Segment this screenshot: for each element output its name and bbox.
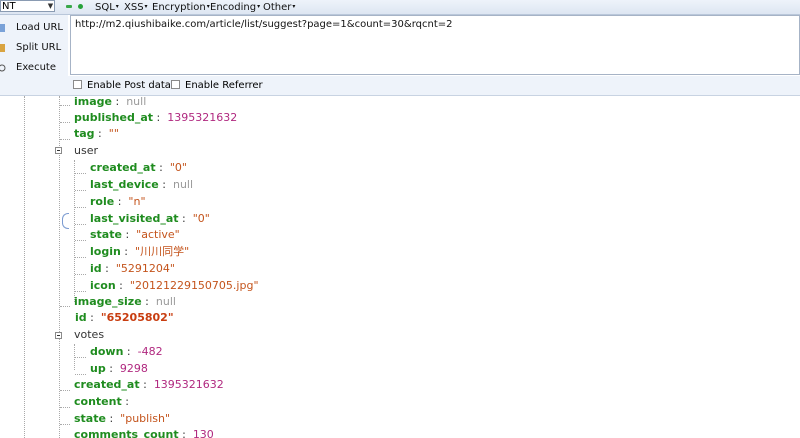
checkbox-icon[interactable]	[73, 80, 82, 89]
tree-row-content[interactable]: content :	[74, 393, 132, 410]
checkbox-icon[interactable]	[171, 80, 180, 89]
url-input[interactable]: http://m2.qiushibaike.com/article/list/s…	[70, 15, 800, 75]
hackbar-toolbar: NT ▼ SQL▾ XSS▾ Encryption▾ Encoding▾ Oth…	[0, 0, 800, 15]
load-url-icon	[0, 24, 5, 32]
menu-xss[interactable]: XSS▾	[124, 1, 148, 14]
menu-encoding[interactable]: Encoding▾	[210, 1, 260, 14]
tree-guide	[74, 160, 75, 302]
tree-row-state[interactable]: state : "publish"	[74, 410, 170, 427]
tree-row-votes-down[interactable]: down : -482	[90, 343, 163, 360]
tree-row-image[interactable]: image : null	[74, 96, 146, 110]
tree-row-created-at[interactable]: created_at : 1395321632	[74, 376, 224, 393]
tree-row-published-at[interactable]: published_at : 1395321632	[74, 109, 237, 126]
tree-node-votes[interactable]: votes	[74, 326, 104, 343]
json-tree: image : null published_at : 1395321632 t…	[0, 96, 800, 438]
split-url-icon	[0, 44, 5, 52]
tree-row-votes-up[interactable]: up : 9298	[90, 360, 148, 377]
tree-row-image-size[interactable]: image_size : null	[74, 293, 176, 310]
collapse-user-toggle[interactable]	[55, 147, 62, 154]
url-text: http://m2.qiushibaike.com/article/list/s…	[75, 19, 453, 30]
tree-row-user-last-visited-at[interactable]: last_visited_at : "0"	[90, 210, 210, 227]
selection-bracket	[62, 213, 69, 229]
tree-row-user-created-at[interactable]: created_at : "0"	[90, 159, 187, 176]
tree-row-user-state[interactable]: state : "active"	[90, 226, 180, 243]
menu-other[interactable]: Other▾	[263, 1, 295, 14]
tree-row-user-icon[interactable]: icon : "20121229150705.jpg"	[90, 277, 259, 294]
tree-node-user[interactable]: user	[74, 142, 98, 159]
increase-icon[interactable]	[78, 4, 83, 9]
version-select-value: NT	[2, 1, 16, 12]
tree-row-user-role[interactable]: role : "n"	[90, 193, 146, 210]
tree-row-user-last-device[interactable]: last_device : null	[90, 176, 193, 193]
tree-row-user-login[interactable]: login : "川川同学"	[90, 243, 189, 260]
execute-icon	[0, 64, 6, 72]
tree-guide	[24, 96, 25, 438]
menu-sql[interactable]: SQL▾	[95, 1, 119, 14]
collapse-votes-toggle[interactable]	[55, 332, 62, 339]
menu-encryption[interactable]: Encryption▾	[152, 1, 210, 14]
chevron-down-icon[interactable]: ▼	[46, 0, 55, 12]
decrease-icon[interactable]	[66, 5, 72, 8]
tree-row-tag[interactable]: tag : ""	[74, 125, 119, 142]
tree-row-id-selected[interactable]: id : "65205802"	[75, 309, 174, 326]
options-bar: Enable Post data Enable Referrer	[0, 76, 800, 96]
tree-row-comments-count[interactable]: comments_count : 130	[74, 426, 214, 438]
tree-row-user-id[interactable]: id : "5291204"	[90, 260, 175, 277]
